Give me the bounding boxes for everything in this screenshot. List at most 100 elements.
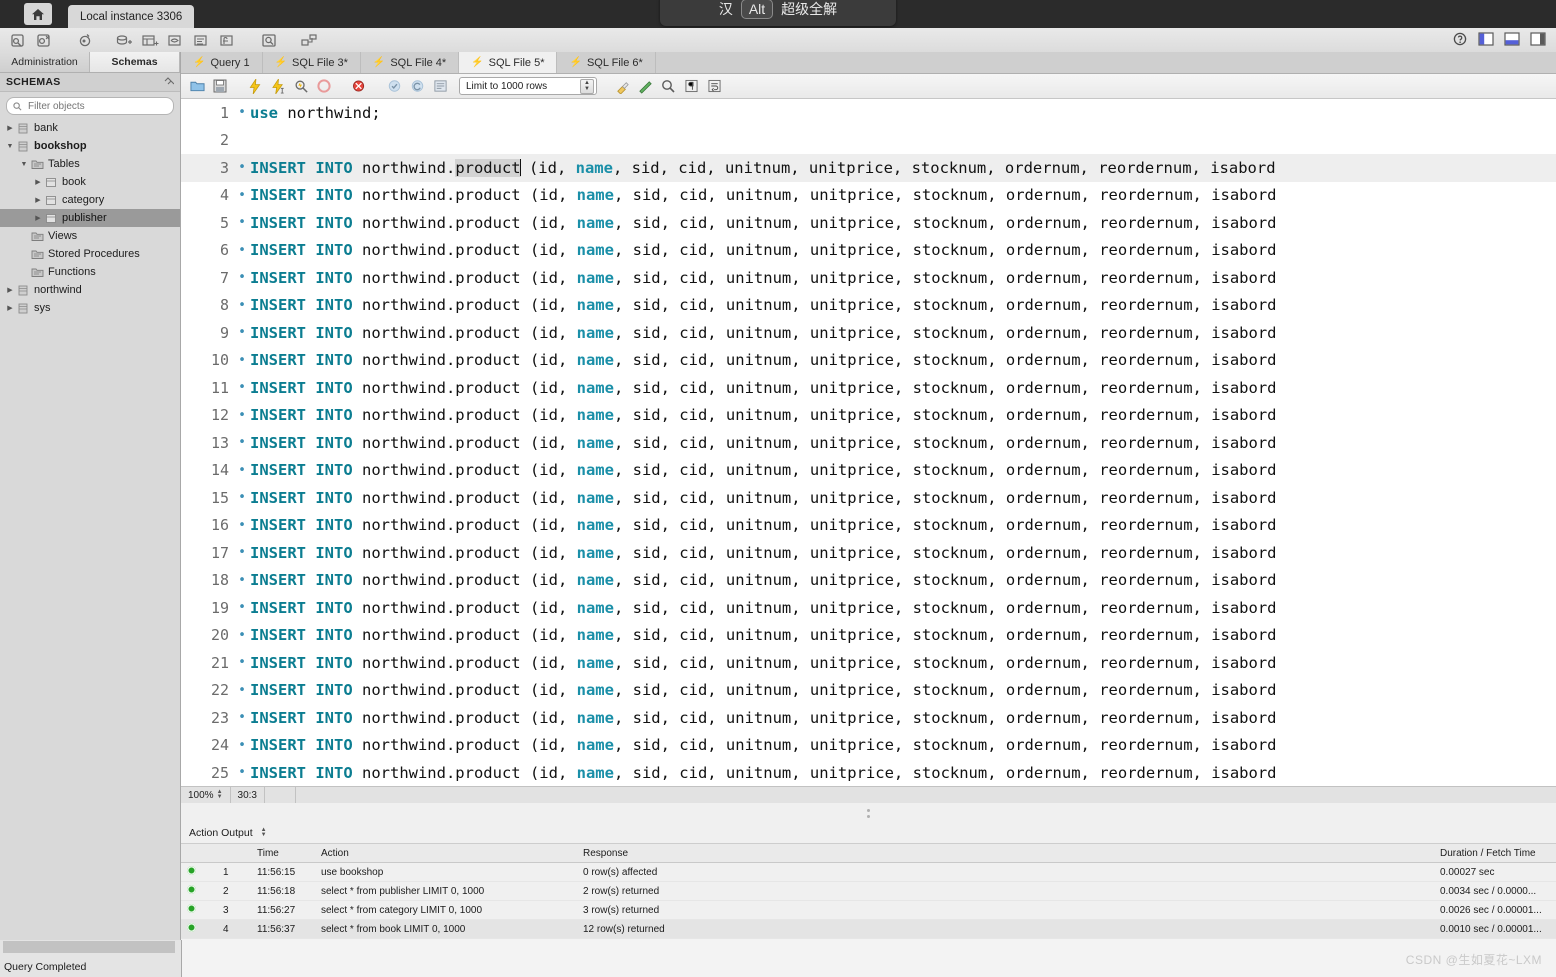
code-line[interactable]: 14 • INSERT INTO northwind.product (id, na…: [181, 457, 1556, 485]
chevron-right-icon[interactable]: ▶: [32, 214, 44, 222]
new-sql-editor-icon[interactable]: [8, 30, 30, 50]
table-row[interactable]: 1 11:56:15 use bookshop 0 row(s) affected 0.…: [181, 862, 1556, 882]
code-line[interactable]: 1 • use northwind;: [181, 99, 1556, 127]
stop-execution-icon[interactable]: [314, 76, 334, 96]
execute-current-statement-icon[interactable]: [268, 76, 288, 96]
sql-editor-tab-sql-file-4[interactable]: ⚡ SQL File 4*: [360, 52, 460, 73]
code-line[interactable]: 25 • INSERT INTO northwind.product (id, na…: [181, 759, 1556, 786]
chevron-right-icon[interactable]: ▶: [32, 196, 44, 204]
sql-editor-tab-label: SQL File 4*: [390, 56, 447, 69]
beautify-sql-icon[interactable]: [612, 76, 632, 96]
tree-item-bank[interactable]: ▶ bank: [0, 119, 180, 137]
code-line[interactable]: 12 • INSERT INTO northwind.product (id, na…: [181, 402, 1556, 430]
toggle-stop-on-error-icon[interactable]: [349, 76, 369, 96]
code-line[interactable]: 23 • INSERT INTO northwind.product (id, na…: [181, 704, 1556, 732]
output-mode-stepper-icon[interactable]: ▲ ▼: [261, 827, 267, 838]
code-line[interactable]: 10 • INSERT INTO northwind.product (id, na…: [181, 347, 1556, 375]
tree-item-bookshop[interactable]: ▼ bookshop: [0, 137, 180, 155]
toggle-autocommit-icon[interactable]: [430, 76, 450, 96]
table-row[interactable]: 3 11:56:27 select * from category LIMIT 0,…: [181, 900, 1556, 920]
table-row[interactable]: 4 11:56:37 select * from book LIMIT 0, 100…: [181, 919, 1556, 939]
code-line[interactable]: 18 • INSERT INTO northwind.product (id, na…: [181, 567, 1556, 595]
code-line[interactable]: 21 • INSERT INTO northwind.product (id, na…: [181, 649, 1556, 677]
open-connection-icon[interactable]: [74, 30, 96, 50]
code-line[interactable]: 9 • INSERT INTO northwind.product (id, nam…: [181, 319, 1556, 347]
connection-tab-local-instance[interactable]: Local instance 3306: [68, 5, 195, 28]
sidebar-tab-administration[interactable]: Administration: [0, 52, 90, 72]
code-line[interactable]: 6 • INSERT INTO northwind.product (id, nam…: [181, 237, 1556, 265]
execute-statements-icon[interactable]: [245, 76, 265, 96]
code-line[interactable]: 3 • INSERT INTO northwind.product (id, nam…: [181, 154, 1556, 182]
chevron-right-icon[interactable]: ▶: [4, 286, 16, 294]
tree-item-stored-procedures[interactable]: Stored Procedures: [0, 245, 180, 263]
search-table-data-icon[interactable]: [258, 30, 280, 50]
toggle-output-panel-icon[interactable]: [1503, 31, 1520, 46]
tree-item-category[interactable]: ▶ category: [0, 191, 180, 209]
tree-item-functions[interactable]: Functions: [0, 263, 180, 281]
new-function-icon[interactable]: [218, 30, 240, 50]
sql-code-editor[interactable]: 1 • use northwind; 2 3 • INSERT INTO northwind…: [181, 99, 1556, 786]
sidebar-tab-schemas[interactable]: Schemas: [90, 52, 180, 72]
code-line[interactable]: 5 • INSERT INTO northwind.product (id, nam…: [181, 209, 1556, 237]
code-line[interactable]: 7 • INSERT INTO northwind.product (id, nam…: [181, 264, 1556, 292]
chevron-down-icon[interactable]: ▼: [4, 143, 16, 150]
rollback-transaction-icon[interactable]: [407, 76, 427, 96]
new-view-icon[interactable]: [166, 30, 188, 50]
schema-filter-input[interactable]: [26, 99, 158, 113]
open-sql-script-icon[interactable]: [34, 30, 56, 50]
open-sql-file-icon[interactable]: [187, 76, 207, 96]
collapse-all-icon[interactable]: [164, 76, 175, 88]
code-line[interactable]: 11 • INSERT INTO northwind.product (id, na…: [181, 374, 1556, 402]
code-line[interactable]: 13 • INSERT INTO northwind.product (id, na…: [181, 429, 1556, 457]
code-line[interactable]: 22 • INSERT INTO northwind.product (id, na…: [181, 677, 1556, 705]
code-line[interactable]: 16 • INSERT INTO northwind.product (id, na…: [181, 512, 1556, 540]
save-sql-file-icon[interactable]: [210, 76, 230, 96]
toggle-secondary-sidebar-icon[interactable]: [1529, 31, 1546, 46]
chevron-updown-icon[interactable]: ▲ ▼: [580, 78, 594, 94]
code-line[interactable]: 19 • INSERT INTO northwind.product (id, na…: [181, 594, 1556, 622]
tree-item-views[interactable]: Views: [0, 227, 180, 245]
commit-transaction-icon[interactable]: [384, 76, 404, 96]
toggle-invisible-chars-icon[interactable]: [681, 76, 701, 96]
tree-item-publisher[interactable]: ▶ publisher: [0, 209, 180, 227]
toggle-autocomplete-icon[interactable]: [635, 76, 655, 96]
code-line[interactable]: 17 • INSERT INTO northwind.product (id, na…: [181, 539, 1556, 567]
row-limit-select[interactable]: Limit to 1000 rows ▲ ▼: [459, 77, 597, 95]
find-icon[interactable]: [658, 76, 678, 96]
table-row[interactable]: 2 11:56:18 select * from publisher LIMIT 0…: [181, 881, 1556, 901]
sql-editor-tab-sql-file-5[interactable]: ⚡ SQL File 5*: [459, 52, 558, 73]
tree-item-northwind[interactable]: ▶ northwind: [0, 281, 180, 299]
tree-item-tables[interactable]: ▼ Tables: [0, 155, 180, 173]
schema-filter[interactable]: [6, 97, 174, 115]
sql-editor-tab-sql-file-6[interactable]: ⚡ SQL File 6*: [557, 52, 656, 73]
code-line[interactable]: 15 • INSERT INTO northwind.product (id, na…: [181, 484, 1556, 512]
chevron-right-icon[interactable]: ▶: [32, 178, 44, 186]
code-line[interactable]: 8 • INSERT INTO northwind.product (id, nam…: [181, 292, 1556, 320]
statement-marker-icon: •: [238, 242, 246, 258]
tree-item-book[interactable]: ▶ book: [0, 173, 180, 191]
new-table-icon[interactable]: [140, 30, 162, 50]
sql-editor-tab-label: SQL File 3*: [292, 56, 348, 69]
tree-item-sys[interactable]: ▶ sys: [0, 299, 180, 317]
toggle-sidebar-icon[interactable]: [1477, 31, 1494, 46]
wrap-lines-icon[interactable]: [704, 76, 724, 96]
home-button[interactable]: [24, 3, 52, 25]
new-schema-icon[interactable]: [114, 30, 136, 50]
new-procedure-icon[interactable]: [192, 30, 214, 50]
code-line[interactable]: 24 • INSERT INTO northwind.product (id, na…: [181, 732, 1556, 760]
output-splitter-handle[interactable]: [181, 803, 1556, 823]
editor-zoom-control[interactable]: 100% ▲ ▼: [181, 787, 231, 803]
sql-editor-tab-sql-file-3[interactable]: ⚡ SQL File 3*: [262, 52, 361, 73]
code-line[interactable]: 2: [181, 127, 1556, 155]
sql-editor-tab-label: SQL File 6*: [586, 56, 643, 69]
reverse-engineer-icon[interactable]: [298, 30, 320, 50]
zoom-stepper-icon[interactable]: ▲ ▼: [217, 789, 223, 800]
chevron-right-icon[interactable]: ▶: [4, 304, 16, 312]
help-icon[interactable]: [1451, 31, 1468, 46]
explain-statement-icon[interactable]: [291, 76, 311, 96]
code-line[interactable]: 20 • INSERT INTO northwind.product (id, na…: [181, 622, 1556, 650]
code-line[interactable]: 4 • INSERT INTO northwind.product (id, nam…: [181, 182, 1556, 210]
chevron-down-icon[interactable]: ▼: [18, 161, 30, 168]
sql-editor-tab-query-1[interactable]: ⚡ Query 1: [181, 52, 263, 73]
chevron-right-icon[interactable]: ▶: [4, 124, 16, 132]
